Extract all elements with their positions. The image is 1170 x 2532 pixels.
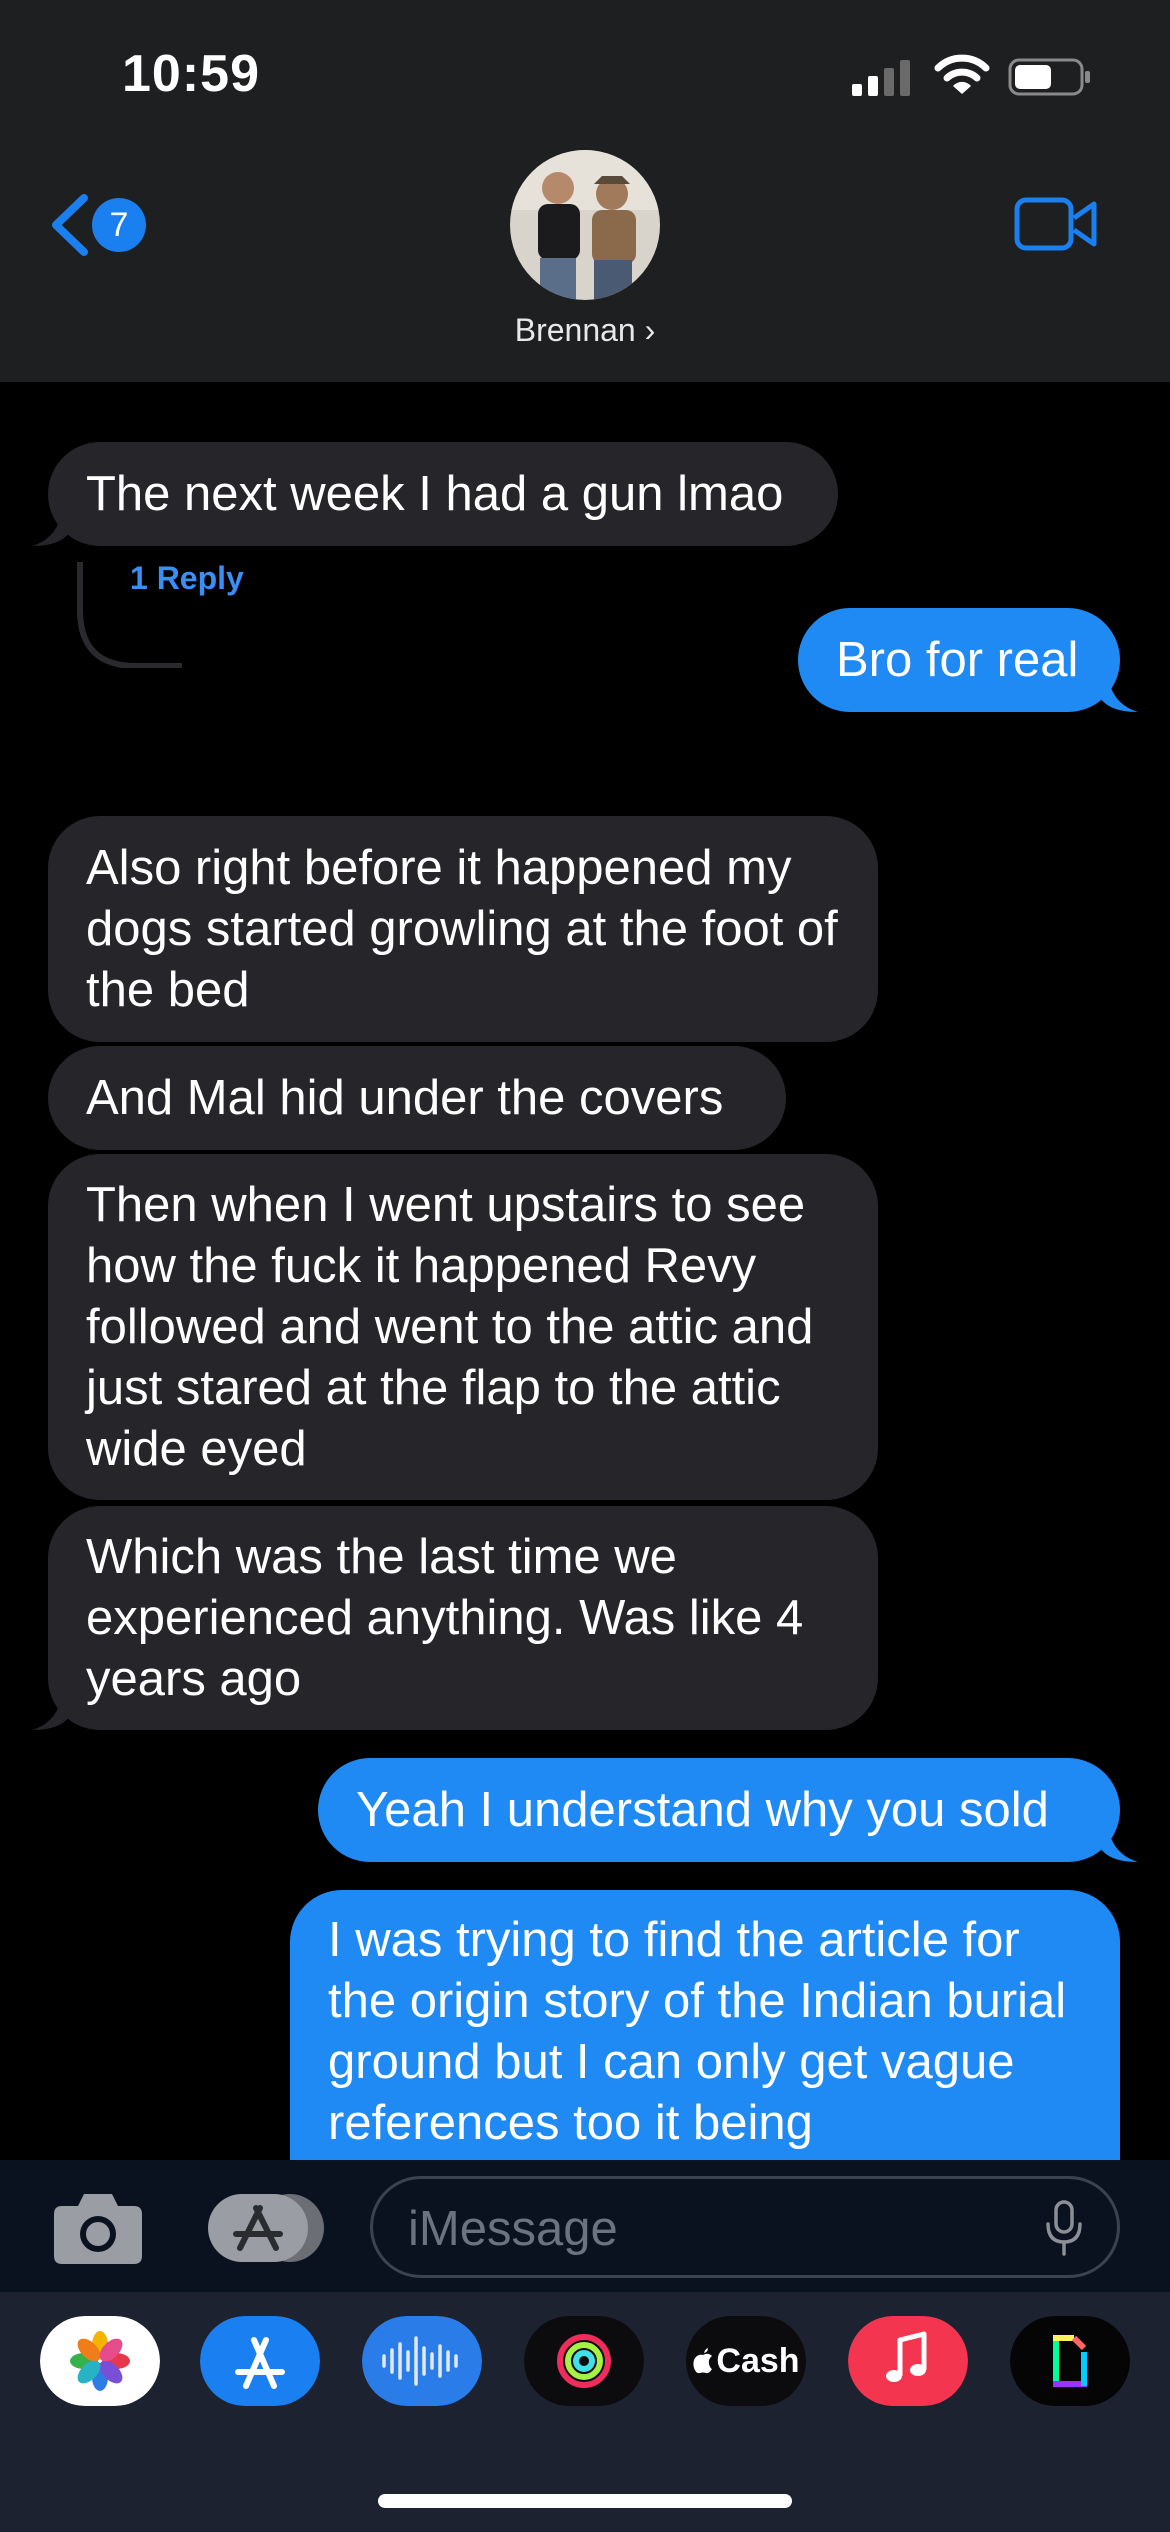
bubble-tail [32,510,72,546]
message-text: And Mal hid under the covers [86,1070,724,1125]
home-indicator[interactable] [378,2494,792,2508]
audio-message-icon[interactable] [362,2316,482,2406]
app-store-icon[interactable] [200,2316,320,2406]
wifi-icon [934,54,990,94]
message-bubble-outgoing[interactable]: Bro for real [798,608,1120,712]
message-bubble-incoming[interactable]: Which was the last time we experienced a… [48,1506,878,1730]
microphone-icon[interactable] [1044,2200,1084,2256]
contact-name[interactable]: Brennan › [0,312,1170,349]
message-text: Also right before it happened my dogs st… [86,840,838,1017]
message-input-placeholder: iMessage [408,2202,618,2256]
message-bubble-incoming[interactable]: And Mal hid under the covers [48,1046,786,1150]
message-text: Yeah I understand why you sold [356,1782,1049,1837]
message-bubble-incoming[interactable]: Also right before it happened my dogs st… [48,816,878,1042]
reply-count-link[interactable]: 1 Reply [130,560,244,597]
cash-label: Cash [716,2341,800,2380]
cellular-signal-icon [852,60,910,96]
message-bubble-incoming[interactable]: Then when I went upstairs to see how the… [48,1154,878,1500]
status-time: 10:59 [122,45,260,103]
message-text: Bro for real [836,632,1079,687]
photos-app-icon[interactable] [40,2316,160,2406]
message-bubble-incoming[interactable]: The next week I had a gun lmao [48,442,838,546]
bubble-tail [1098,1826,1138,1862]
music-app-icon[interactable] [848,2316,968,2406]
bubble-tail [1098,676,1138,712]
battery-icon [1008,58,1090,96]
contact-avatar[interactable] [510,150,660,300]
apple-cash-app[interactable]: Cash [686,2316,806,2406]
bubble-tail [32,1694,72,1730]
facetime-video-icon[interactable] [1014,196,1098,252]
unread-count-badge[interactable]: 7 [92,198,146,252]
apple-logo-icon [693,2348,713,2374]
message-bubble-outgoing[interactable]: I was trying to find the article for the… [290,1890,1120,2200]
activity-rings-icon[interactable] [524,2316,644,2406]
giphy-app-icon[interactable] [1010,2316,1130,2406]
message-bubble-outgoing[interactable]: Yeah I understand why you sold [318,1758,1120,1862]
app-store-apps-icon[interactable] [206,2192,326,2264]
message-text: Which was the last time we experienced a… [86,1529,804,1706]
message-text: The next week I had a gun lmao [86,466,784,521]
message-text: I was trying to find the article for the… [328,1913,1067,2150]
message-text: Then when I went upstairs to see how the… [86,1177,814,1476]
camera-icon[interactable] [52,2188,144,2266]
